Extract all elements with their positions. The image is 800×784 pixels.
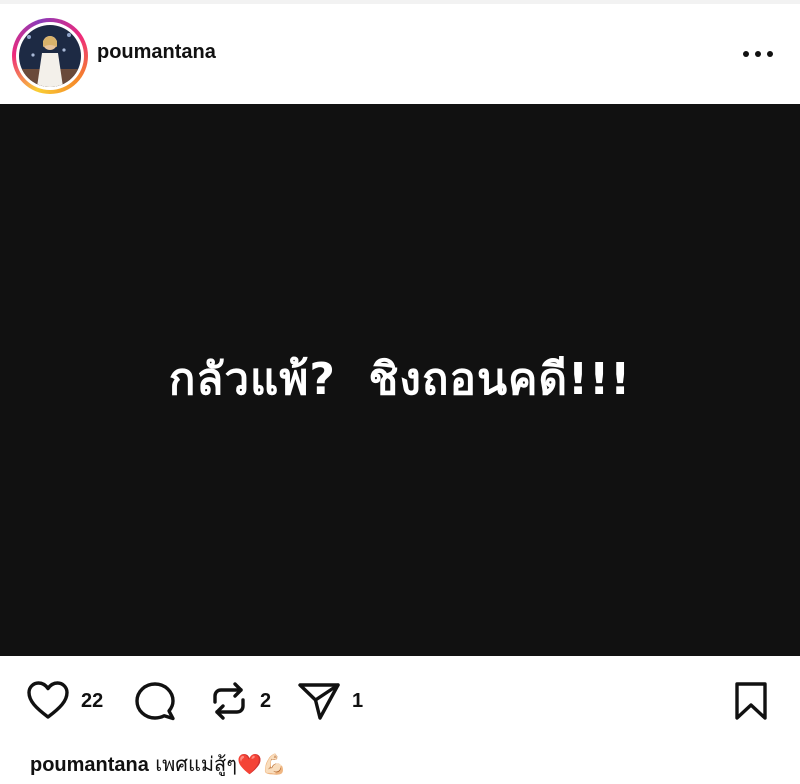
- post-header: poumantana: [0, 4, 800, 104]
- post-image[interactable]: กลัวแพ้? ชิงถอนคดี!!!: [0, 104, 800, 656]
- post-image-text: กลัวแพ้? ชิงถอนคดี!!!: [168, 354, 632, 405]
- repost-icon[interactable]: [209, 680, 249, 726]
- more-options-icon[interactable]: [738, 40, 778, 68]
- caption-text: เพศแม่สู้ๆ: [155, 752, 238, 776]
- share-count[interactable]: 1: [352, 690, 363, 713]
- avatar-border: [16, 22, 84, 90]
- profile-avatar[interactable]: [12, 18, 88, 94]
- post-actions-bar: 22 2 1: [0, 656, 800, 742]
- send-icon[interactable]: [296, 680, 342, 726]
- avatar-image: [19, 25, 81, 87]
- post-username[interactable]: poumantana: [97, 41, 216, 64]
- heart-emoji: ❤️: [237, 752, 262, 776]
- like-count[interactable]: 22: [81, 690, 103, 713]
- caption-username[interactable]: poumantana: [30, 754, 149, 776]
- muscle-emoji: 💪🏻: [261, 752, 287, 776]
- repost-count[interactable]: 2: [260, 690, 271, 713]
- heart-icon[interactable]: [26, 680, 70, 724]
- comment-icon[interactable]: [133, 680, 177, 726]
- bookmark-icon[interactable]: [731, 680, 771, 726]
- post-caption: poumantana เพศแม่สู้ๆ❤️💪🏻: [30, 748, 287, 780]
